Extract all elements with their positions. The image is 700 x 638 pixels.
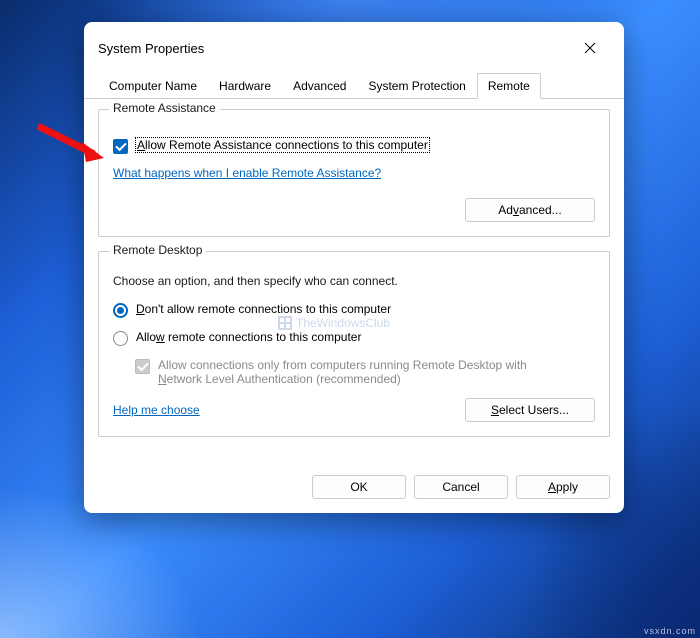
tab-system-protection[interactable]: System Protection	[357, 73, 476, 99]
titlebar: System Properties	[84, 22, 624, 72]
dialog-button-row: OK Cancel Apply	[84, 465, 624, 513]
radio-allow-label[interactable]: Allow remote connections to this compute…	[136, 330, 361, 344]
close-icon	[584, 42, 596, 54]
tab-hardware[interactable]: Hardware	[208, 73, 282, 99]
window-title: System Properties	[98, 41, 570, 56]
select-users-button[interactable]: Select Users...	[465, 398, 595, 422]
tab-computer-name[interactable]: Computer Name	[98, 73, 208, 99]
radio-dont-allow-label[interactable]: Don't allow remote connections to this c…	[136, 302, 391, 316]
radio-allow[interactable]	[113, 331, 128, 346]
advanced-button[interactable]: Advanced...	[465, 198, 595, 222]
system-properties-dialog: System Properties Computer Name Hardware…	[84, 22, 624, 513]
remote-desktop-desc: Choose an option, and then specify who c…	[113, 274, 595, 288]
radio-dont-allow[interactable]	[113, 303, 128, 318]
remote-assistance-group: Remote Assistance Allow Remote Assistanc…	[98, 109, 610, 237]
ok-button[interactable]: OK	[312, 475, 406, 499]
tab-advanced[interactable]: Advanced	[282, 73, 357, 99]
help-me-choose-link[interactable]: Help me choose	[113, 403, 200, 417]
remote-desktop-group: Remote Desktop Choose an option, and the…	[98, 251, 610, 437]
cancel-button[interactable]: Cancel	[414, 475, 508, 499]
tab-content-remote: Remote Assistance Allow Remote Assistanc…	[84, 99, 624, 465]
tab-strip: Computer Name Hardware Advanced System P…	[84, 72, 624, 99]
remote-assistance-legend: Remote Assistance	[109, 101, 220, 115]
remote-desktop-legend: Remote Desktop	[109, 243, 206, 257]
nla-label: Allow connections only from computers ru…	[158, 358, 538, 386]
apply-button[interactable]: Apply	[516, 475, 610, 499]
nla-checkbox	[135, 359, 150, 374]
annotation-arrow	[32, 118, 112, 168]
close-button[interactable]	[570, 34, 610, 62]
footer-credit: vsxdn.com	[644, 626, 696, 636]
remote-assistance-help-link[interactable]: What happens when I enable Remote Assist…	[113, 166, 381, 180]
tab-remote[interactable]: Remote	[477, 73, 541, 99]
allow-remote-assistance-checkbox[interactable]	[113, 139, 128, 154]
allow-remote-assistance-label[interactable]: Allow Remote Assistance connections to t…	[136, 138, 429, 152]
